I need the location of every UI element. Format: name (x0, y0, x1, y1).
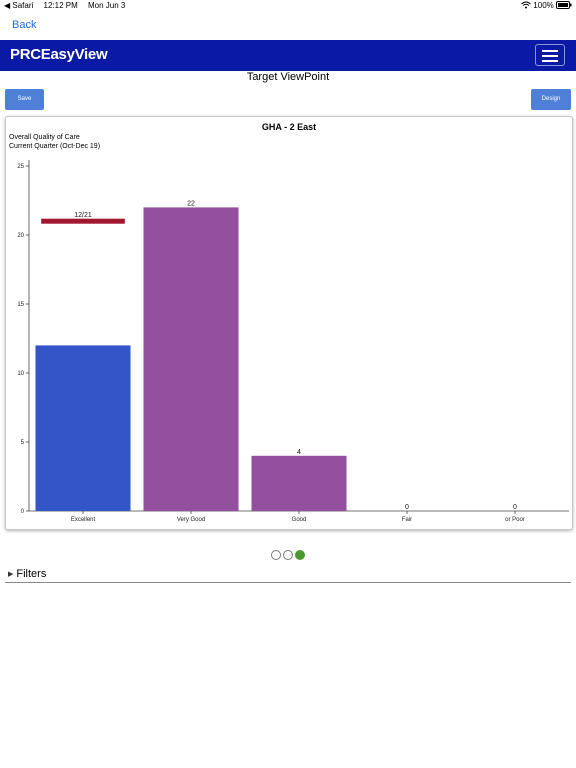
x-tick-label: Very Good (177, 517, 205, 523)
bar-chart: 0 5 10 15 20 25 12/21 Excellent 22 Very Good 4 Good… (17, 160, 569, 523)
app-logo: PRCEasyView (10, 46, 108, 63)
y-tick-label: 10 (17, 371, 24, 377)
filters-toggle[interactable]: ▶ Filters (8, 568, 46, 580)
data-label: 0 (513, 504, 517, 511)
chart-card: GHA - 2 East Overall Quality of Care Cur… (5, 116, 573, 530)
y-tick-label: 20 (17, 233, 24, 239)
status-right: 100% (521, 1, 572, 10)
status-bar: ◀ Safari 12:12 PM Mon Jun 3 100% (0, 0, 576, 13)
bar-very-good (143, 207, 239, 511)
save-button[interactable]: Save (5, 89, 44, 110)
logo-prc: PRC (10, 46, 41, 63)
target-marker (41, 218, 125, 224)
page-dot-3[interactable] (295, 550, 305, 560)
menu-button[interactable] (535, 44, 565, 66)
status-date: Mon Jun 3 (88, 1, 126, 10)
wifi-icon (521, 1, 533, 10)
battery-percent: 100% (533, 1, 554, 10)
page-indicator (271, 550, 311, 560)
page-dot-1[interactable] (271, 550, 281, 560)
logo-easyview: EasyView (40, 46, 108, 63)
app-header: PRCEasyView (0, 40, 576, 71)
x-tick-label: or Poor (505, 517, 525, 523)
y-tick-label: 25 (17, 164, 24, 170)
status-time: 12:12 PM (43, 1, 78, 10)
design-button[interactable]: Design (531, 89, 571, 110)
data-label: 22 (187, 200, 195, 207)
data-label: 12/21 (74, 212, 92, 219)
x-tick-label: Good (292, 517, 307, 523)
x-tick-label: Excellent (71, 517, 96, 523)
y-tick-label: 5 (21, 440, 25, 446)
y-tick-label: 15 (17, 302, 24, 308)
y-tick-label: 0 (21, 509, 25, 515)
carrier-label: ◀ Safari (4, 1, 34, 10)
filters-divider (5, 582, 571, 583)
page-title: Target ViewPoint (246, 71, 330, 83)
filters-label: Filters (16, 568, 47, 580)
page-dot-2[interactable] (283, 550, 293, 560)
status-left: ◀ Safari 12:12 PM Mon Jun 3 (4, 1, 133, 10)
bar-excellent (35, 345, 131, 511)
disclosure-triangle-icon: ▶ (8, 571, 14, 578)
data-label: 4 (297, 449, 301, 456)
back-button[interactable]: Back (12, 19, 36, 31)
x-tick-label: Fair (402, 517, 412, 523)
data-label: 0 (405, 504, 409, 511)
battery-icon (556, 1, 572, 10)
bar-good (251, 455, 347, 511)
